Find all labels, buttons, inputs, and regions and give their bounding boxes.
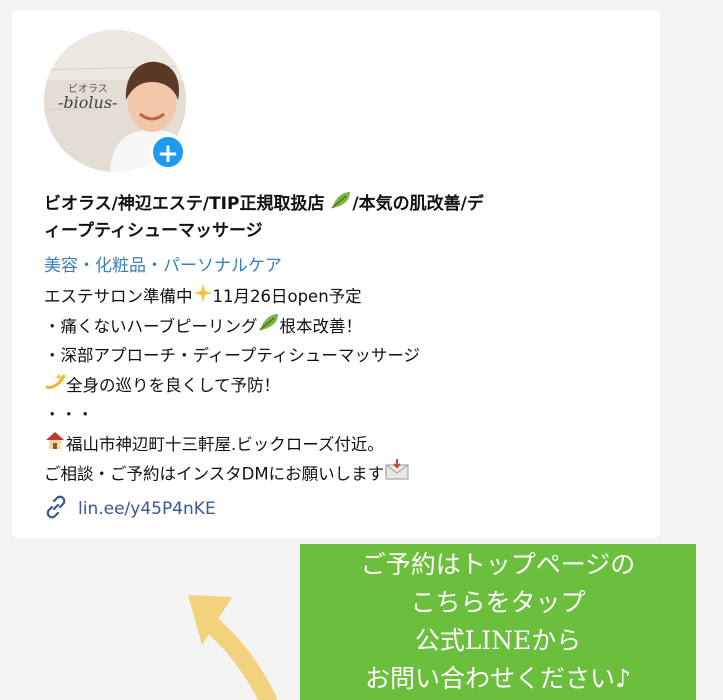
callout-line: こちらをタップ	[410, 588, 586, 617]
link-icon	[44, 495, 68, 524]
avatar-wrap[interactable]: ビオラス -biolus- +	[44, 30, 186, 172]
bio-text: 福山市神辺町十三軒屋.ビックローズ付近。	[66, 434, 384, 454]
avatar-text-script: -biolus-	[58, 93, 118, 112]
bio-line: エステサロン準備中 11月26日open予定	[44, 282, 654, 312]
callout-box: ご予約はトップページの こちらをタップ 公式LINEから お問い合わせください♪	[300, 544, 696, 700]
herb-icon	[258, 312, 280, 342]
bio-text: 11月26日open予定	[212, 287, 362, 306]
bio-text: ・痛くないハーブピーリング	[44, 316, 258, 336]
profile-category[interactable]: 美容・化粧品・パーソナルケア	[44, 253, 282, 279]
bio-line: ・・・	[44, 400, 654, 430]
profile-link-text[interactable]: lin.ee/y45P4nKE	[78, 499, 216, 519]
bio-text: エステサロン準備中	[44, 287, 193, 306]
house-icon	[44, 430, 66, 460]
bio-text: 全身の巡りを良くして予防！	[66, 375, 281, 395]
callout-line: 公式LINEから	[414, 626, 582, 655]
profile-name-line2: ィープティシューマッサージ	[44, 221, 263, 241]
bio-line: ・深部アプローチ・ディープティシューマッサージ	[44, 341, 654, 371]
sparkles-icon	[193, 283, 213, 313]
bio-line: ご相談・ご予約はインスタDMにお願いします	[44, 459, 654, 489]
bio-line: 全身の巡りを良くして予防！	[44, 371, 654, 401]
callout-line: ご予約はトップページの	[360, 550, 636, 579]
profile-bio: エステサロン準備中 11月26日open予定 ・痛くないハーブピーリング 根本改善！…	[44, 282, 654, 489]
bio-text: 根本改善！	[279, 316, 363, 336]
profile-name-line1: ビオラス/神辺エステ/TIP正規取扱店	[44, 194, 325, 214]
bio-text: ・・・	[44, 405, 94, 424]
profile-link[interactable]: lin.ee/y45P4nKE	[44, 495, 216, 524]
plus-icon: +	[157, 139, 179, 169]
bio-text: ご相談・ご予約はインスタDMにお願いします	[44, 464, 385, 484]
dizzy-icon	[44, 371, 66, 401]
callout-line: お問い合わせください♪	[365, 664, 631, 693]
herb-icon	[330, 190, 352, 218]
bio-text: ・深部アプローチ・ディープティシューマッサージ	[44, 346, 421, 365]
profile-name: ビオラス/神辺エステ/TIP正規取扱店 /本気の肌改善/デ ィープティシューマッ…	[44, 190, 654, 244]
bio-line: ・痛くないハーブピーリング 根本改善！	[44, 312, 654, 342]
bio-line: 福山市神辺町十三軒屋.ビックローズ付近。	[44, 430, 654, 460]
profile-name-line1-tail: /本気の肌改善/デ	[352, 194, 484, 214]
envelope-icon	[384, 459, 410, 491]
add-story-button[interactable]: +	[150, 134, 186, 170]
arrow-icon	[188, 595, 277, 700]
